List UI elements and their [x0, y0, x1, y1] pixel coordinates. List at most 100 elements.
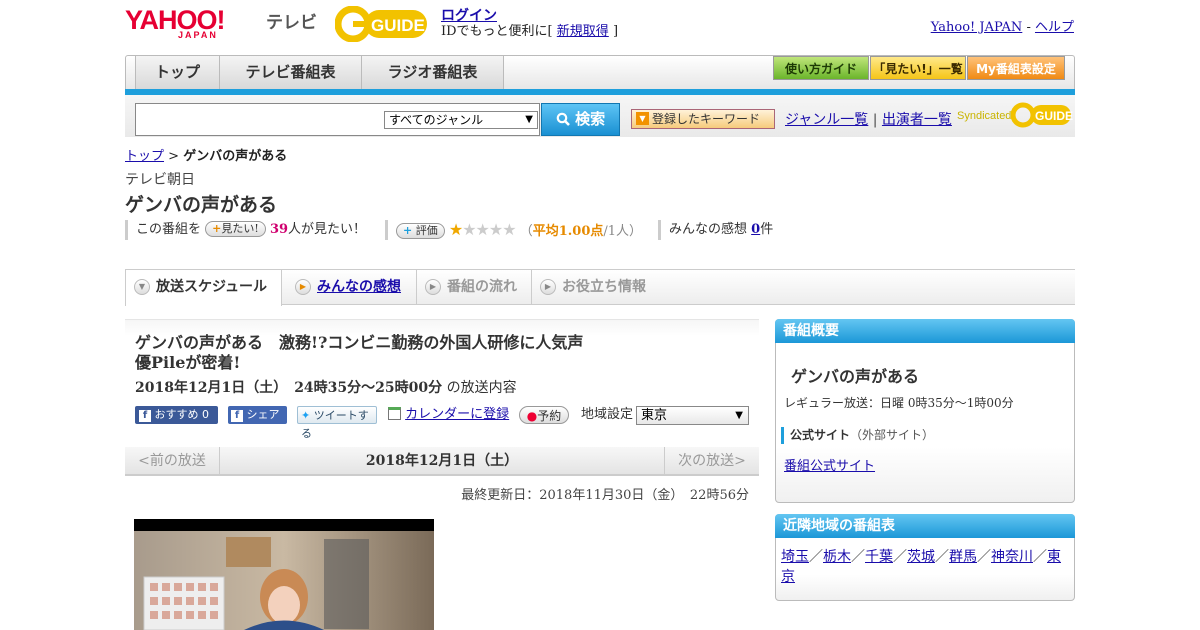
tab-tv-schedule[interactable]: テレビ番組表 [220, 56, 362, 89]
rating-stat: + 評価 ★★★★★ （平均1.00点/1人） [385, 220, 642, 240]
tv-logo-text[interactable]: テレビ [266, 8, 317, 33]
impressions-prefix: みんなの感想 [669, 222, 748, 237]
my-schedule-button[interactable]: My番組表設定 [967, 56, 1065, 80]
facebook-icon: f [231, 410, 243, 422]
broadcast-date-suffix: の放送内容 [446, 380, 517, 396]
program-stats: この番組を +見たい! 39人が見たい！ + 評価 ★★★★★ （平均1.00点… [125, 220, 925, 240]
breadcrumb-top-link[interactable]: トップ [125, 149, 164, 164]
triangle-down-icon: ▼ [636, 112, 649, 125]
cast-list-link[interactable]: 出演者一覧 [882, 112, 952, 128]
overview-title: ゲンバの声がある [791, 367, 920, 386]
region-sep: ／ [851, 549, 865, 565]
genre-list-link[interactable]: ジャンル一覧 [785, 112, 868, 128]
star-empty-icon: ★★★★ [462, 220, 516, 239]
fb-share-button[interactable]: f シェア [228, 406, 287, 424]
reserve-label: 予約 [537, 409, 562, 423]
chevron-down-icon: ▼ [134, 279, 150, 295]
want-stat: この番組を +見たい! 39人が見たい！ [125, 220, 366, 240]
region-link-ibaraki[interactable]: 茨城 [907, 549, 935, 565]
region-link-chiba[interactable]: 千葉 [865, 549, 893, 565]
tab-top[interactable]: トップ [135, 56, 220, 89]
yahoo-japan-link[interactable]: Yahoo! JAPAN [931, 20, 1023, 35]
subtab-flow[interactable]: ▶ 番組の流れ [417, 270, 532, 305]
broadcast-date: 2018年12月1日（土） 24時35分～25時00分 の放送内容 [135, 377, 517, 397]
syndicated-logo: Syndicated GUIDE [957, 102, 1073, 128]
region-link-saitama[interactable]: 埼玉 [781, 549, 809, 565]
want-list-button[interactable]: 「見たい!」一覧 [870, 56, 966, 80]
chevron-right-icon: ▶ [425, 279, 441, 295]
breadcrumb-sep: > [164, 149, 184, 164]
rating-stars: ★★★★★ [449, 220, 517, 239]
rating-average-open: （ [519, 224, 533, 239]
rating-average-count: /1人） [603, 224, 643, 239]
official-site-label: 公式サイト（外部サイト） [781, 427, 934, 444]
region-link-kanagawa[interactable]: 神奈川 [991, 549, 1033, 565]
twitter-icon: ✦ [301, 409, 311, 422]
help-link[interactable]: ヘルプ [1035, 20, 1074, 35]
login-sub: IDでもっと便利に[ 新規取得 ] [441, 20, 618, 39]
last-updated: 最終更新日：2018年11月30日（金） 22時56分 [461, 488, 749, 503]
plus-icon: + [212, 222, 222, 235]
prev-broadcast-link[interactable]: <前の放送 [125, 447, 220, 476]
want-button[interactable]: +見たい! [205, 221, 266, 237]
region-link-gunma[interactable]: 群馬 [949, 549, 977, 565]
subtab-flow-label: 番組の流れ [447, 279, 517, 295]
reserve-button[interactable]: ●予約 [519, 406, 569, 424]
next-broadcast-link[interactable]: 次の放送> [664, 447, 759, 476]
region-link-tochigi[interactable]: 栃木 [823, 549, 851, 565]
fb-recommend-count: 0 [202, 408, 209, 421]
plus-circle-icon: + [403, 224, 413, 237]
overview-heading: 番組概要 [775, 319, 1075, 343]
genre-links-divider: | [872, 112, 878, 128]
login-sub-suffix: ] [612, 24, 619, 39]
region-select[interactable]: 東京 ▼ [636, 406, 749, 425]
facebook-icon: f [139, 410, 151, 422]
rating-average: （平均1.00点/1人） [520, 224, 642, 239]
want-prefix: この番組を [136, 222, 202, 237]
gguide-logo[interactable]: GUIDE [334, 5, 431, 43]
tweet-button[interactable]: ✦ ツイートする [297, 406, 377, 440]
keyword-button-label: 登録したキーワード [652, 112, 761, 126]
impressions-suffix: 件 [760, 222, 774, 237]
overview-box [775, 319, 1075, 503]
help-area: Yahoo! JAPAN - ヘルプ [931, 16, 1074, 35]
search-button[interactable]: 検索 [541, 103, 620, 136]
subtab-impressions-label: みんなの感想 [317, 279, 401, 295]
gguide-small-logo-text: GUIDE [1035, 109, 1073, 123]
region-sep: ／ [935, 549, 949, 565]
calendar-link[interactable]: カレンダーに登録 [405, 407, 509, 422]
subtab-info-label: お役立ち情報 [562, 279, 646, 295]
subtab-schedule[interactable]: ▼ 放送スケジュール [125, 269, 282, 306]
genre-select[interactable]: すべてのジャンル ▼ [384, 111, 538, 129]
broadcast-title: ゲンバの声がある 激務!?コンビニ勤務の外国人研修に人気声優Pileが密着! [135, 333, 584, 372]
official-site-link[interactable]: 番組公式サイト [784, 455, 875, 474]
genre-links: ジャンル一覧 | 出演者一覧 [785, 109, 952, 129]
yahoo-japan-logo-text: JAPAN [178, 30, 218, 40]
rate-button[interactable]: + 評価 [396, 223, 445, 239]
genre-select-value: すべてのジャンル [389, 113, 484, 127]
subtab-impressions[interactable]: ▶ みんなの感想 [287, 270, 417, 305]
keyword-button[interactable]: ▼ 登録したキーワード [631, 109, 775, 129]
region-label: 地域設定 [581, 407, 634, 422]
guide-button[interactable]: 使い方ガイド [773, 56, 869, 80]
impressions-count-link[interactable]: 0 [751, 222, 760, 237]
station-name: テレビ朝日 [125, 172, 195, 188]
fb-recommend-button[interactable]: f おすすめ 0 [135, 406, 218, 424]
tweet-label: ツイートする [301, 409, 369, 440]
region-sep: ／ [893, 549, 907, 565]
impressions-stat: みんなの感想 0件 [658, 220, 773, 240]
rating-average-value: 平均1.00点 [532, 224, 604, 239]
breadcrumb: トップ > ゲンバの声がある [125, 145, 287, 164]
subtab-schedule-label: 放送スケジュール [156, 279, 268, 295]
chevron-down-icon: ▼ [735, 410, 743, 421]
official-site-title: 公式サイト [790, 428, 851, 442]
calendar-button[interactable]: カレンダーに登録 [388, 406, 510, 424]
tab-radio-schedule[interactable]: ラジオ番組表 [362, 56, 504, 89]
broadcast-photo [134, 519, 434, 630]
signup-link[interactable]: 新規取得 [557, 24, 609, 39]
region-sep: ／ [1033, 549, 1047, 565]
rate-button-label: 評価 [415, 224, 438, 237]
search-button-label: 検索 [575, 110, 606, 128]
subtab-info[interactable]: ▶ お役立ち情報 [532, 270, 662, 305]
fb-share-label: シェア [246, 408, 280, 421]
